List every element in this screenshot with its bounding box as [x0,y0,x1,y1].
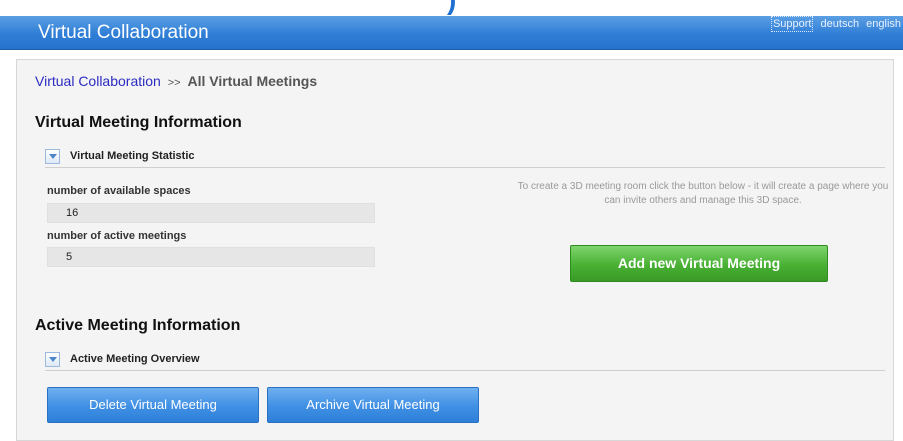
available-spaces-value: 16 [47,203,375,223]
archive-virtual-meeting-button[interactable]: Archive Virtual Meeting [267,387,479,423]
language-english-link[interactable]: english [866,17,901,31]
support-link[interactable]: Support [770,16,814,32]
active-meetings-label: number of active meetings [47,230,187,242]
language-deutsch-link[interactable]: deutsch [821,17,860,31]
app-header: Virtual Collaboration Support deutsch en… [0,16,903,50]
overview-label: Active Meeting Overview [70,353,200,365]
top-cutoff: ) [0,0,903,16]
overview-subheader: Active Meeting Overview [45,352,885,371]
app-title: Virtual Collaboration [38,22,209,43]
collapse-toggle-icon[interactable] [45,149,60,164]
active-info-title: Active Meeting Information [35,317,241,334]
breadcrumb: Virtual Collaboration >> All Virtual Mee… [35,72,317,92]
statistic-label: Virtual Meeting Statistic [70,150,195,162]
header-links: Support deutsch english [767,16,901,32]
breadcrumb-separator: >> [167,77,181,89]
statistic-subheader: Virtual Meeting Statistic [45,149,885,168]
cutoff-glyph: ) [447,0,473,14]
active-meetings-value: 5 [47,247,375,267]
available-spaces-label: number of available spaces [47,185,191,197]
delete-virtual-meeting-button[interactable]: Delete Virtual Meeting [47,387,259,423]
breadcrumb-current: All Virtual Meetings [187,73,318,89]
content-panel: Virtual Collaboration >> All Virtual Mee… [16,59,894,441]
add-virtual-meeting-button[interactable]: Add new Virtual Meeting [570,245,828,282]
create-meeting-hint: To create a 3D meeting room click the bu… [517,181,889,206]
collapse-toggle-icon[interactable] [45,352,60,367]
breadcrumb-parent-link[interactable]: Virtual Collaboration [35,73,161,89]
meeting-info-title: Virtual Meeting Information [35,114,242,131]
